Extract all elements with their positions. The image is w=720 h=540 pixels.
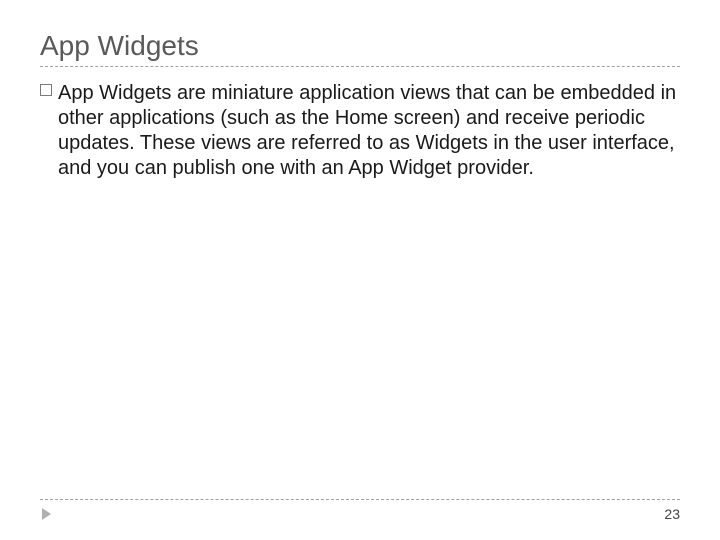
square-bullet-icon bbox=[40, 84, 52, 96]
footer-row: 23 bbox=[40, 506, 680, 522]
body-paragraph: App Widgets are miniature application vi… bbox=[40, 81, 680, 181]
arrow-right-icon bbox=[42, 508, 51, 520]
slide-title: App Widgets bbox=[40, 30, 680, 62]
title-divider bbox=[40, 66, 680, 67]
footer-divider bbox=[40, 499, 680, 500]
body-text: App Widgets are miniature application vi… bbox=[58, 82, 676, 179]
slide: App Widgets App Widgets are miniature ap… bbox=[0, 0, 720, 540]
slide-footer: 23 bbox=[40, 499, 680, 522]
page-number: 23 bbox=[664, 506, 680, 522]
